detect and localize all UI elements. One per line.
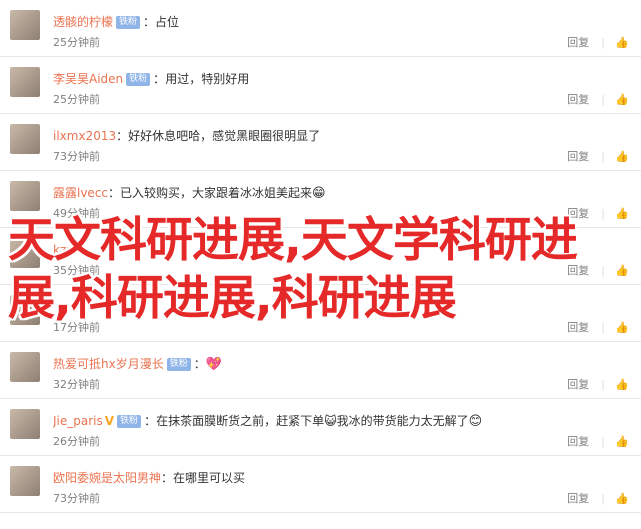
comment-actions: 回复 | 👍 xyxy=(567,35,631,51)
avatar[interactable] xyxy=(10,10,40,40)
grin-emoji-icon: 😁 xyxy=(312,185,326,201)
comment-actions: 回复 | 👍 xyxy=(567,149,631,165)
comment-row: 热爱可抵hx岁月漫长 铁粉 ：💖 32分钟前 回复 | 👍 xyxy=(0,342,641,399)
comment-actions: 回复 | 👍 xyxy=(567,491,631,507)
smile-emoji-icon: 😊 xyxy=(468,413,483,429)
avatar[interactable] xyxy=(10,124,40,154)
colon-separator: ： xyxy=(116,129,129,143)
reply-button[interactable]: 回复 xyxy=(567,378,589,391)
username-link[interactable]: 热爱可抵hx岁月漫长 xyxy=(53,357,164,371)
username-link[interactable]: ilxmx2013 xyxy=(53,129,116,143)
colon-separator: ： xyxy=(108,186,121,200)
colon-separator: ： xyxy=(143,15,156,29)
username-link[interactable]: Jie_paris xyxy=(53,414,103,428)
username-link[interactable]: 欧阳委婉是太阳男神 xyxy=(53,471,161,485)
username-link[interactable]: 李吴昊Aiden xyxy=(53,72,123,86)
action-divider: | xyxy=(601,492,605,505)
comment-row: ilxmx2013：好好休息吧哈，感觉黑眼圈很明显了 73分钟前 回复 | 👍 xyxy=(0,114,641,171)
avatar[interactable] xyxy=(10,67,40,97)
comment-text: 在抹茶面膜断货之前，赶紧下单😺我冰的带货能力太无解了 xyxy=(156,414,469,428)
thumbs-up-icon[interactable]: 👍 xyxy=(615,35,629,51)
fan-badge: 铁粉 xyxy=(166,358,191,371)
reply-button[interactable]: 回复 xyxy=(567,492,589,505)
comment-row: 透骸的柠檬 铁粉 ：占位 25分钟前 回复 | 👍 xyxy=(0,0,641,57)
comment-text: 在哪里可以买 xyxy=(173,471,246,485)
comment-time: 26分钟前 xyxy=(53,435,100,448)
comment-actions: 回复 | 👍 xyxy=(567,377,631,393)
avatar[interactable] xyxy=(10,352,40,382)
colon-separator: ： xyxy=(193,357,206,371)
comment-time: 73分钟前 xyxy=(53,492,100,505)
overlay-title: 天文科研进展,天文学科研进展,科研进展,科研进展 xyxy=(8,213,578,326)
comment-line: Jie_paris V 铁粉 ：在抹茶面膜断货之前，赶紧下单😺我冰的带货能力太无解了😊 xyxy=(53,411,631,431)
reply-button[interactable]: 回复 xyxy=(567,93,589,106)
comment-line: 李吴昊Aiden 铁粉 ：用过，特别好用 xyxy=(53,69,631,89)
thumbs-up-icon[interactable]: 👍 xyxy=(615,377,629,393)
comment-line: 露露lvecc：已入较购买，大家跟着冰冰姐美起来😁 xyxy=(53,183,631,203)
comment-line: 透骸的柠檬 铁粉 ：占位 xyxy=(53,12,631,32)
action-divider: | xyxy=(601,378,605,391)
reply-button[interactable]: 回复 xyxy=(567,435,589,448)
action-divider: | xyxy=(601,435,605,448)
reply-button[interactable]: 回复 xyxy=(567,150,589,163)
comment-time: 25分钟前 xyxy=(53,36,100,49)
avatar[interactable] xyxy=(10,181,40,211)
comment-row: 欧阳委婉是太阳男神：在哪里可以买 73分钟前 回复 | 👍 xyxy=(0,456,641,513)
comment-actions: 回复 | 👍 xyxy=(567,434,631,450)
comment-line: ilxmx2013：好好休息吧哈，感觉黑眼圈很明显了 xyxy=(53,126,631,146)
username-link[interactable]: 透骸的柠檬 xyxy=(53,15,113,29)
comment-time: 32分钟前 xyxy=(53,378,100,391)
avatar[interactable] xyxy=(10,409,40,439)
comment-row: Jie_paris V 铁粉 ：在抹茶面膜断货之前，赶紧下单😺我冰的带货能力太无解了😊… xyxy=(0,399,641,456)
comment-text: 占位 xyxy=(155,15,180,29)
username-link[interactable]: 露露lvecc xyxy=(53,186,108,200)
colon-separator: ： xyxy=(161,471,174,485)
thumbs-up-icon[interactable]: 👍 xyxy=(615,434,629,450)
comment-row: 李吴昊Aiden 铁粉 ：用过，特别好用 25分钟前 回复 | 👍 xyxy=(0,57,641,114)
comment-line: 热爱可抵hx岁月漫长 铁粉 ：💖 xyxy=(53,354,631,374)
fan-badge: 铁粉 xyxy=(117,415,142,428)
fan-badge: 铁粉 xyxy=(116,16,141,29)
comment-time: 73分钟前 xyxy=(53,150,100,163)
comment-time: 25分钟前 xyxy=(53,93,100,106)
thumbs-up-icon[interactable]: 👍 xyxy=(615,491,629,507)
thumbs-up-icon[interactable]: 👍 xyxy=(615,149,629,165)
comment-actions: 回复 | 👍 xyxy=(567,92,631,108)
thumbs-up-icon[interactable]: 👍 xyxy=(615,92,629,108)
comment-line: 欧阳委婉是太阳男神：在哪里可以买 xyxy=(53,468,631,488)
action-divider: | xyxy=(601,150,605,163)
comment-text: 已入较购买，大家跟着冰冰姐美起来 xyxy=(120,186,313,200)
heart-emoji-icon: 💖 xyxy=(205,356,222,372)
reply-button[interactable]: 回复 xyxy=(567,36,589,49)
comment-text: 用过，特别好用 xyxy=(165,72,250,86)
colon-separator: ： xyxy=(153,72,166,86)
action-divider: | xyxy=(601,36,605,49)
verified-v-icon: V xyxy=(104,414,115,428)
action-divider: | xyxy=(601,93,605,106)
colon-separator: ： xyxy=(144,414,157,428)
comment-text: 好好休息吧哈，感觉黑眼圈很明显了 xyxy=(128,129,321,143)
avatar[interactable] xyxy=(10,466,40,496)
fan-badge: 铁粉 xyxy=(126,73,151,86)
